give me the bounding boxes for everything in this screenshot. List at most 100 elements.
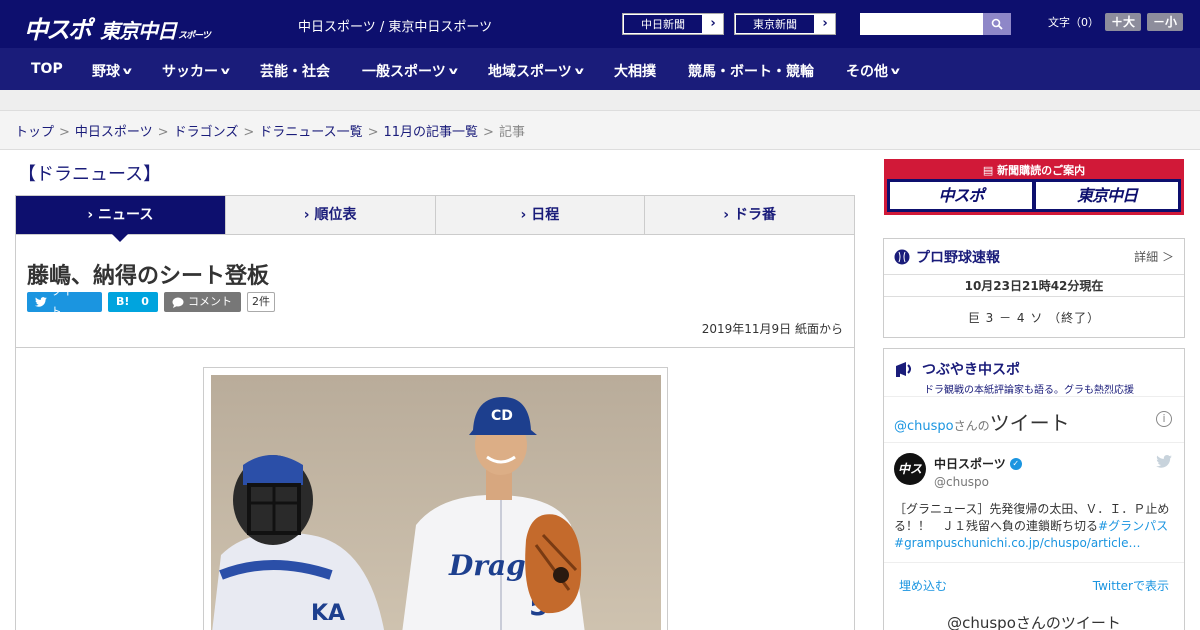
breadcrumb-current: 記事 (498, 125, 525, 140)
verified-badge-icon: ✓ (1009, 457, 1022, 470)
section-title: 【ドラニュース】 (18, 164, 162, 185)
search-input[interactable] (860, 13, 983, 35)
info-icon[interactable]: i (1156, 411, 1172, 427)
breadcrumb: トップ > 中日スポーツ > ドラゴンズ > ドラニュース一覧 >11月の記事一覧 > 記事 (0, 110, 1200, 150)
chuspo-logo[interactable]: 中スポ (890, 182, 1032, 209)
breadcrumb-link[interactable]: トップ (15, 125, 54, 140)
article-dateline: 2019年11月9日 紙面から (701, 322, 843, 336)
chevron-down-icon: v (890, 65, 900, 77)
baseball-icon (894, 249, 910, 264)
newspaper-icon: ▤ (982, 164, 998, 177)
search-button[interactable] (983, 13, 1011, 35)
font-size-label: 文字（0） (1048, 16, 1099, 29)
tab-news[interactable]: › ニュース (16, 196, 225, 242)
chevron-right-icon: › (303, 207, 315, 223)
chevron-right-icon: › (520, 207, 532, 223)
dra-tabs: › ニュース › 順位表 › 日程 › ドラ番 (15, 195, 855, 242)
baseball-detail-link[interactable]: 詳細 ＞ (1134, 248, 1174, 265)
tweets-handle-link[interactable]: @chuspo (894, 419, 954, 434)
tweet-footer: 埋め込む Twitterで表示 (884, 563, 1184, 594)
svg-text:CD: CD (491, 408, 513, 424)
article-photo[interactable]: Drago 5 CD KA (211, 375, 661, 630)
tab-schedule[interactable]: › 日程 (434, 196, 645, 234)
tweets-title: @chuspoさんのツイート i (884, 397, 1184, 443)
tsubuyaki-title: つぶやき中スポ (922, 362, 1020, 378)
nav-item-other[interactable]: その他 v (846, 61, 900, 81)
subscribe-banner[interactable]: ▤ 新聞購読のご案内 中スポ 東京中日 (884, 159, 1184, 215)
chevron-right-icon: › (710, 16, 716, 31)
tweet-link[interactable]: grampuschunichi.co.jp/chuspo/article… (904, 536, 1140, 550)
tokyo-shimbun-label: 東京新聞 (735, 14, 815, 34)
pitcher-catcher-photo: Drago 5 CD KA (211, 375, 661, 630)
font-smaller-button[interactable]: －小 (1147, 13, 1184, 31)
embed-link[interactable]: 埋め込む (899, 577, 947, 594)
main-nav: TOP 野球 v サッカー v 芸能・社会 一般スポーツ v 地域スポーツ v 大相撲 … (0, 48, 1200, 90)
hatena-bookmark-button[interactable]: B! 0 (108, 292, 158, 312)
comment-button[interactable]: コメント (164, 292, 241, 312)
svg-text:KA: KA (311, 601, 345, 626)
ad-band (0, 90, 1200, 110)
hashtag-link[interactable]: #グランパス (1098, 519, 1168, 533)
comment-count[interactable]: 2件 (247, 292, 275, 312)
baseball-score-box: プロ野球速報 詳細 ＞ 10月23日21時42分現在 巨 3 － 4 ソ （終了… (883, 238, 1185, 338)
chevron-down-icon: v (574, 65, 584, 77)
nav-item-racing[interactable]: 競馬・ボート・競輪 (688, 61, 814, 81)
subscribe-title: ▤ 新聞購読のご案内 (982, 164, 1086, 177)
tsubuyaki-header: つぶやき中スポ ドラ観戦の本紙評論家も語る。グラも熱烈応援 (884, 349, 1184, 397)
nav-item-top[interactable]: TOP (31, 61, 63, 77)
nav-item-soccer[interactable]: サッカー v (162, 61, 230, 81)
chevron-down-icon: v (448, 65, 458, 77)
baseball-score-header: プロ野球速報 詳細 ＞ (884, 239, 1184, 275)
hashtag-link[interactable]: # (894, 536, 904, 550)
score-timestamp: 10月23日21時42分現在 (884, 275, 1184, 297)
twitter-bird-icon[interactable] (1156, 455, 1172, 468)
avatar[interactable]: 中スポ (894, 453, 926, 508)
tweet-text: ［グラニュース］先発復帰の太田、Ｖ．Ｉ．Ｐ止める！！ Ｊ１残留へ負の連鎖断ち切る… (894, 502, 1170, 550)
nav-item-general-sports[interactable]: 一般スポーツ v (362, 61, 458, 81)
divider (16, 347, 854, 348)
tweet-handle[interactable]: @chuspo (934, 475, 989, 489)
article: 藤嶋、納得のシート登板 ツイート B! 0 コメント 2件 2019年11月9日… (15, 234, 855, 630)
breadcrumb-link[interactable]: ドラゴンズ (174, 125, 239, 140)
font-size-control: 文字（0） ＋大 －小 (1048, 13, 1184, 31)
tab-standings[interactable]: › 順位表 (224, 196, 435, 234)
chunichi-shimbun-label: 中日新聞 (623, 14, 703, 34)
share-bar: ツイート B! 0 コメント 2件 (27, 285, 275, 318)
chunichi-shimbun-button[interactable]: 中日新聞 › (622, 13, 724, 35)
megaphone-icon (896, 362, 911, 377)
chevron-down-icon: v (122, 65, 132, 77)
breadcrumb-link[interactable]: 中日スポーツ (75, 125, 153, 140)
logo-main: 中スポ (24, 16, 92, 44)
nav-item-baseball[interactable]: 野球 v (92, 61, 132, 81)
twitter-box: つぶやき中スポ ドラ観戦の本紙評論家も語る。グラも熱烈応援 @chuspoさんの… (883, 348, 1185, 630)
tab-reporters[interactable]: › ドラ番 (644, 196, 854, 234)
breadcrumb-link[interactable]: 11月の記事一覧 (384, 125, 479, 140)
tweet-item[interactable]: 中スポ 中日スポーツ ✓ @chuspo ［グラニュース］先発復帰の太田、Ｖ．Ｉ．… (884, 443, 1184, 563)
view-on-twitter-link[interactable]: Twitterで表示 (1093, 577, 1169, 594)
article-photo-frame: Drago 5 CD KA (203, 367, 668, 630)
score-line[interactable]: 巨 3 － 4 ソ （終了） (884, 297, 1184, 326)
tokyo-chunichi-logo[interactable]: 東京中日 (1036, 182, 1178, 209)
breadcrumb-link[interactable]: ドラニュース一覧 (259, 125, 362, 140)
chevron-right-icon: › (87, 207, 99, 223)
twitter-bird-icon (35, 297, 47, 307)
site-links[interactable]: 中日スポーツ / 東京中日スポーツ (298, 16, 492, 35)
tsubuyaki-subtitle: ドラ観戦の本紙評論家も語る。グラも熱烈応援 (924, 385, 1134, 396)
tweet-button[interactable]: ツイート (27, 285, 102, 318)
site-logo[interactable]: 中スポ 東京中日 スポーツ (24, 10, 211, 45)
tweets-footer-title[interactable]: @chuspoさんのツイート (884, 594, 1184, 630)
chevron-down-icon: v (220, 65, 230, 77)
tweet-author[interactable]: 中日スポーツ ✓ (934, 455, 1022, 472)
font-larger-button[interactable]: ＋大 (1105, 13, 1142, 31)
tokyo-shimbun-button[interactable]: 東京新聞 › (734, 13, 836, 35)
logo-sub: 東京中日 スポーツ (100, 19, 211, 43)
top-bar: 中スポ 東京中日 スポーツ 中日スポーツ / 東京中日スポーツ 中日新聞 › 東京… (0, 0, 1200, 48)
nav-item-local-sports[interactable]: 地域スポーツ v (488, 61, 584, 81)
nav-item-sumo[interactable]: 大相撲 (614, 61, 656, 81)
chevron-right-icon: › (723, 207, 734, 223)
speech-bubble-icon (172, 297, 184, 308)
search-icon (991, 18, 1003, 30)
nav-item-entertainment[interactable]: 芸能・社会 (260, 61, 330, 81)
chevron-right-icon: › (822, 16, 828, 31)
subscribe-logos: 中スポ 東京中日 (887, 179, 1181, 212)
